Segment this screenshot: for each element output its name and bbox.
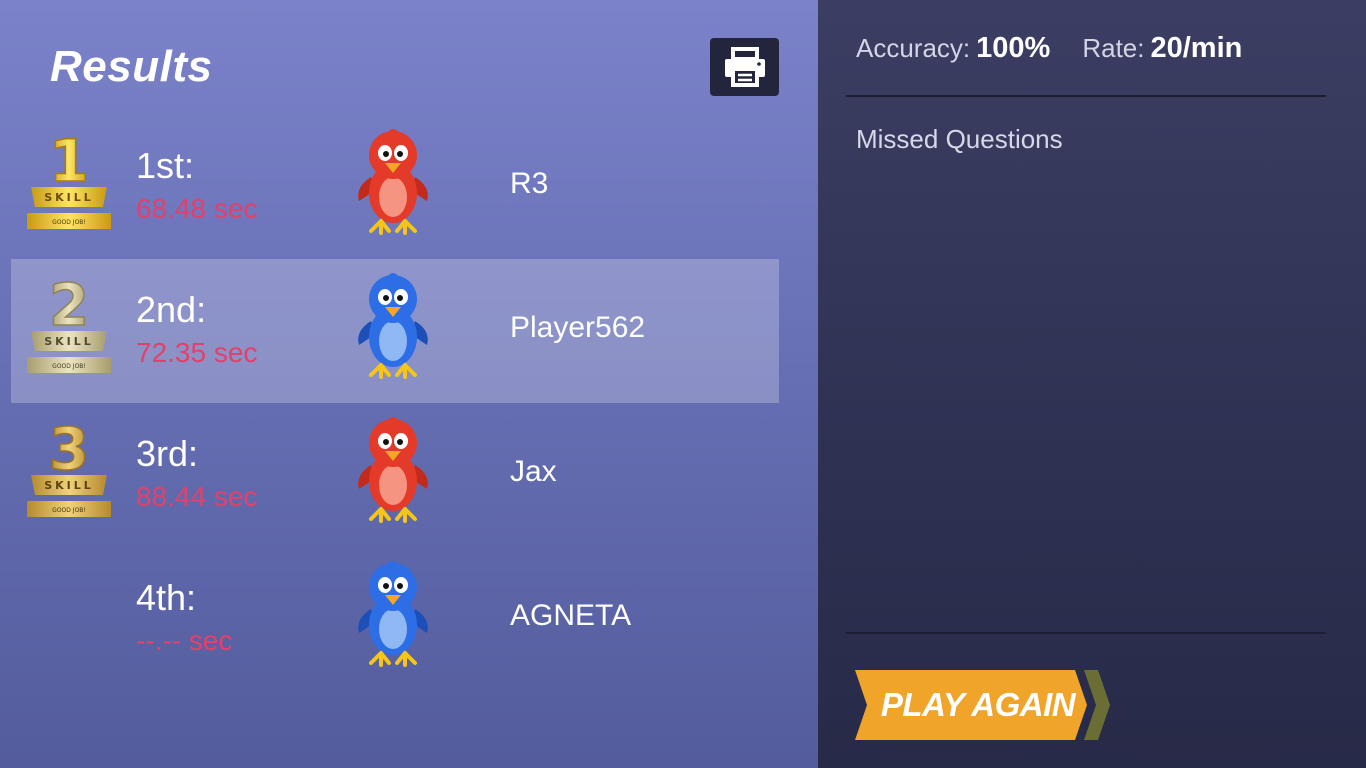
svg-text:2: 2	[49, 273, 89, 339]
svg-text:GOOD JOB!: GOOD JOB!	[52, 219, 86, 226]
time-label: 72.35 sec	[136, 337, 258, 368]
rate-label: Rate:	[1082, 33, 1145, 63]
stats-panel	[818, 0, 1366, 768]
stats-divider	[846, 95, 1326, 97]
time-label: 68.48 sec	[136, 193, 258, 224]
time-label: 88.44 sec	[136, 481, 258, 512]
play-again-button[interactable]: PLAY AGAIN	[855, 670, 1111, 740]
svg-text:GOOD JOB!: GOOD JOB!	[52, 363, 86, 370]
svg-text:SKILL: SKILL	[44, 191, 94, 204]
bronze-trophy-icon: 3 SKILL GOOD JOB!	[27, 417, 111, 517]
results-title: Results	[50, 42, 213, 91]
place-label: 4th:	[136, 577, 197, 618]
time-label: --.-- sec	[136, 625, 233, 656]
blue-bird-avatar	[358, 273, 428, 379]
bottom-divider	[846, 632, 1326, 634]
red-bird-avatar	[358, 129, 428, 235]
play-again-label: PLAY AGAIN	[880, 686, 1076, 723]
player-name: R3	[510, 167, 549, 200]
svg-text:3: 3	[49, 417, 89, 483]
result-row-3: 3 SKILL GOOD JOB! 3rd: 88.44 sec Jax	[11, 403, 779, 547]
place-label: 1st:	[136, 145, 195, 186]
blue-bird-avatar	[358, 561, 428, 667]
svg-text:GOOD JOB!: GOOD JOB!	[52, 507, 86, 514]
printer-icon	[724, 47, 765, 87]
accuracy-value: 100%	[976, 32, 1051, 64]
place-label: 3rd:	[136, 433, 199, 474]
print-button[interactable]	[710, 38, 779, 96]
accuracy-label: Accuracy:	[856, 33, 971, 63]
results-list: 1 SKILL GOOD JOB! 1st: 68.48 sec R3 2 SK…	[11, 115, 779, 691]
svg-text:1: 1	[49, 129, 89, 195]
rate-value: 20/min	[1150, 32, 1243, 64]
svg-text:SKILL: SKILL	[44, 335, 94, 348]
result-row-2: 2 SKILL GOOD JOB! 2nd: 72.35 sec Player5…	[11, 259, 779, 403]
gold-trophy-icon: 1 SKILL GOOD JOB!	[27, 129, 111, 229]
place-label: 2nd:	[136, 289, 207, 330]
red-bird-avatar	[358, 417, 428, 523]
result-row-4: 4th: --.-- sec AGNETA	[11, 547, 779, 691]
stats-bar: Accuracy: 100% Rate: 20/min	[856, 32, 1274, 65]
player-name: AGNETA	[510, 599, 632, 632]
player-name: Jax	[510, 455, 557, 488]
missed-questions-title: Missed Questions	[856, 124, 1063, 154]
silver-trophy-icon: 2 SKILL GOOD JOB!	[27, 273, 111, 373]
result-row-1: 1 SKILL GOOD JOB! 1st: 68.48 sec R3	[11, 115, 779, 259]
player-name: Player562	[510, 311, 646, 344]
svg-text:SKILL: SKILL	[44, 479, 94, 492]
